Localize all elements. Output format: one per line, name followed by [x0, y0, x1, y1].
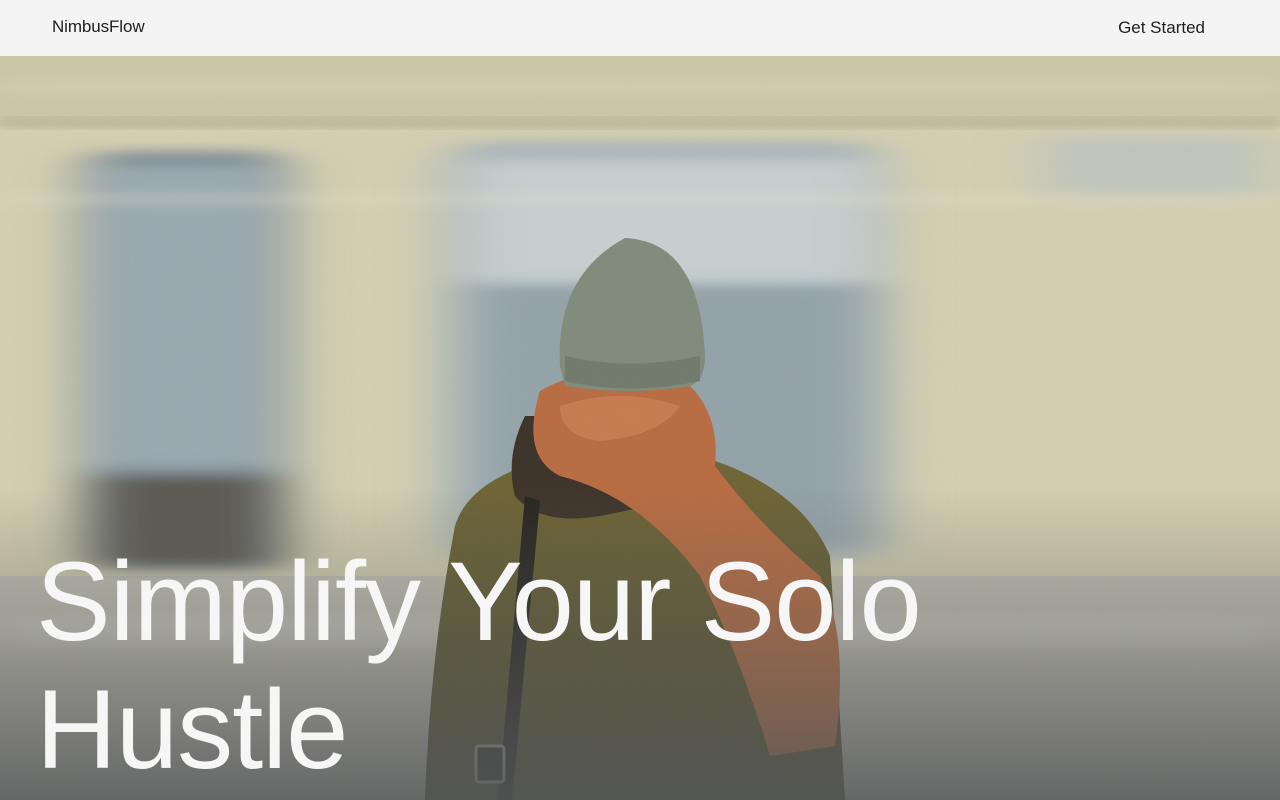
brand-logo-link[interactable]: NimbusFlow	[52, 17, 145, 37]
hero-headline-line-2: Hustle	[36, 667, 348, 792]
top-navigation-bar: NimbusFlow Get Started	[0, 0, 1280, 56]
hero-section: Simplify Your Solo Hustle	[0, 56, 1280, 800]
hero-headline-line-1: Simplify Your Solo	[36, 539, 922, 664]
get-started-link[interactable]: Get Started	[1118, 18, 1205, 38]
hero-headline: Simplify Your Solo Hustle	[36, 538, 1136, 794]
